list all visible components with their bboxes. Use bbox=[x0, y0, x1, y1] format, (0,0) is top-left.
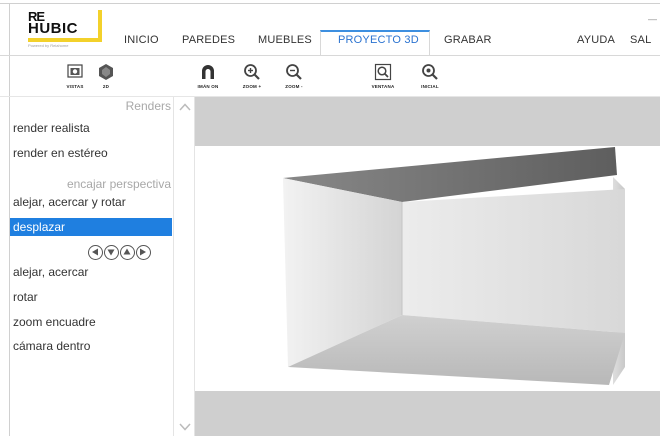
menu-separator bbox=[0, 55, 660, 56]
menu-item-salir[interactable]: SAL bbox=[630, 34, 651, 46]
pan-down-button[interactable] bbox=[104, 245, 119, 260]
arrow-left-icon bbox=[92, 248, 98, 256]
panel-subheader: encajar perspectiva bbox=[66, 177, 171, 191]
menu-item-ayuda[interactable]: AYUDA bbox=[577, 34, 615, 46]
pan-left-button[interactable] bbox=[88, 245, 103, 260]
panel-item-render-realista[interactable]: render realista bbox=[13, 121, 90, 135]
cube-2d-icon bbox=[99, 64, 113, 80]
app-logo[interactable]: RE HUBIC Powered by Reiahome bbox=[20, 6, 105, 52]
menu-item-inicio[interactable]: INICIO bbox=[124, 34, 159, 46]
3d-viewport[interactable] bbox=[195, 97, 660, 436]
scroll-up-icon[interactable] bbox=[179, 103, 191, 111]
panel-item-alejar-acercar[interactable]: alejar, acercar bbox=[13, 265, 88, 279]
menu-item-paredes[interactable]: PAREDES bbox=[182, 34, 235, 46]
panel-item-label: desplazar bbox=[13, 220, 66, 234]
minimize-button[interactable]: — bbox=[648, 14, 657, 24]
tool-label: INICIAL bbox=[421, 84, 439, 89]
zoom-out-icon bbox=[286, 64, 302, 80]
panel-item-zoom-encuadre[interactable]: zoom encuadre bbox=[13, 315, 96, 329]
scroll-down-icon[interactable] bbox=[179, 423, 191, 431]
zoom-in-icon bbox=[244, 64, 260, 80]
panel-item-desplazar[interactable]: desplazar bbox=[10, 218, 172, 236]
panel-header: Renders bbox=[125, 99, 171, 113]
menu-item-proyecto-3d[interactable]: PROYECTO 3D bbox=[338, 34, 419, 46]
menu-item-grabar[interactable]: GRABAR bbox=[444, 34, 492, 46]
logo-line-2: HUBIC bbox=[28, 20, 78, 37]
tool-label: ZOOM - bbox=[285, 84, 303, 89]
arrow-right-icon bbox=[140, 248, 146, 256]
tool-2d[interactable]: 2D bbox=[81, 62, 131, 89]
zoom-reset-icon bbox=[422, 64, 438, 80]
panel-item-alejar-acercar-rotar[interactable]: alejar, acercar y rotar bbox=[13, 195, 126, 209]
magnet-icon bbox=[202, 65, 214, 79]
arrow-down-icon bbox=[107, 249, 115, 256]
pan-arrow-controls bbox=[88, 245, 152, 261]
tool-label: VENTANA bbox=[371, 84, 395, 89]
panel-item-camara-dentro[interactable]: cámara dentro bbox=[13, 339, 90, 353]
tool-label: 2D bbox=[102, 84, 110, 89]
panel-item-render-estereo[interactable]: render en estéreo bbox=[13, 146, 108, 160]
room-back-wall bbox=[402, 189, 625, 333]
menu-item-muebles[interactable]: MUEBLES bbox=[258, 34, 312, 46]
room-3d-render bbox=[283, 147, 625, 385]
tool-inicial[interactable]: INICIAL bbox=[405, 62, 455, 89]
logo-accent-underline bbox=[28, 38, 102, 42]
logo-tagline: Powered by Reiahome bbox=[28, 43, 69, 48]
tool-zoom-out[interactable]: ZOOM - bbox=[269, 62, 319, 89]
render-options-panel: Renders render realista render en estére… bbox=[10, 97, 173, 436]
zoom-window-icon bbox=[374, 63, 392, 81]
panel-scrollbar[interactable] bbox=[173, 97, 195, 436]
pan-up-button[interactable] bbox=[120, 245, 135, 260]
arrow-up-icon bbox=[123, 248, 131, 255]
tool-label: IMÁN ON bbox=[197, 84, 219, 89]
panel-item-rotar[interactable]: rotar bbox=[13, 290, 38, 304]
pan-right-button[interactable] bbox=[136, 245, 151, 260]
tool-ventana[interactable]: VENTANA bbox=[358, 62, 408, 89]
tool-iman-on[interactable]: IMÁN ON bbox=[183, 62, 233, 89]
